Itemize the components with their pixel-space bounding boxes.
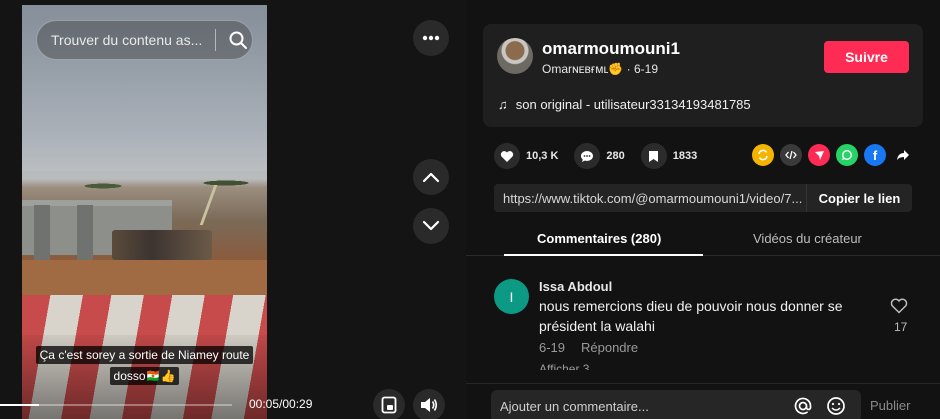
search-icon[interactable] bbox=[228, 30, 248, 50]
comment-avatar[interactable]: I bbox=[494, 279, 529, 314]
like-count: 10,3 K bbox=[526, 150, 559, 162]
share-link-box: https://www.tiktok.com/@omarmoumouni1/vi… bbox=[494, 184, 912, 212]
whatsapp-icon[interactable] bbox=[836, 144, 858, 166]
time-label: 00:05/00:29 bbox=[249, 397, 313, 411]
comment-heart-icon[interactable] bbox=[890, 298, 908, 314]
like-button[interactable]: 10,3 K bbox=[494, 143, 558, 169]
heart-icon bbox=[494, 143, 520, 169]
comment-count: 280 bbox=[606, 150, 625, 162]
search-placeholder: Trouver du contenu as... bbox=[51, 32, 203, 48]
bookmark-icon bbox=[640, 143, 667, 169]
search-divider bbox=[215, 29, 216, 51]
reply-button[interactable]: Répondre bbox=[581, 340, 638, 355]
panel-tabs: Commentaires (280) Vidéos du créateur bbox=[466, 222, 940, 256]
save-count: 1833 bbox=[672, 150, 698, 162]
follow-button[interactable]: Suivre bbox=[824, 41, 909, 73]
author-username[interactable]: omarmoumouni1 bbox=[542, 39, 680, 59]
share-link-text[interactable]: https://www.tiktok.com/@omarmoumouni1/vi… bbox=[494, 191, 804, 206]
picture-in-picture-button[interactable] bbox=[373, 389, 405, 419]
video-player[interactable]: Trouver du contenu as... Ça c'est sorey … bbox=[0, 0, 466, 419]
comment-date: 6-19 bbox=[539, 340, 566, 355]
volume-button[interactable] bbox=[413, 389, 445, 419]
more-dots-icon bbox=[422, 35, 440, 41]
tab-creator-videos[interactable]: Vidéos du créateur bbox=[753, 231, 862, 246]
author-subline: Omarɴᴇʙғᴍʟ✊ · 6-19 bbox=[542, 62, 658, 76]
comment-composer: Publier bbox=[466, 383, 940, 419]
comment-author[interactable]: Issa Abdoul bbox=[539, 279, 612, 294]
dirt-ground bbox=[22, 260, 267, 295]
embed-icon[interactable] bbox=[780, 144, 802, 166]
author-display-name: Omarɴᴇʙғᴍʟ✊ bbox=[542, 62, 624, 76]
post-date: 6-19 bbox=[634, 62, 659, 76]
more-options-button[interactable] bbox=[413, 20, 449, 56]
author-card: omarmoumouni1 Omarɴᴇʙғᴍʟ✊ · 6-19 Suivre … bbox=[483, 24, 923, 127]
bridge-pillar bbox=[77, 205, 93, 260]
chevron-up-icon bbox=[422, 172, 440, 183]
next-video-button[interactable] bbox=[413, 208, 449, 244]
search-input[interactable]: Trouver du contenu as... bbox=[36, 20, 253, 60]
share-arrow-icon[interactable] bbox=[892, 144, 914, 166]
previous-video-button[interactable] bbox=[413, 159, 449, 195]
emoji-icon[interactable] bbox=[826, 396, 846, 416]
publish-button[interactable]: Publier bbox=[870, 398, 910, 413]
video-caption: Ça c'est sorey a sortie de Niamey route … bbox=[22, 346, 267, 388]
comment-like-count: 17 bbox=[894, 320, 908, 334]
avatar[interactable] bbox=[497, 38, 533, 74]
music-link[interactable]: ♫ son original - utilisateur331341934817… bbox=[498, 97, 751, 112]
active-tab-indicator bbox=[504, 254, 703, 256]
progress-bar[interactable] bbox=[0, 404, 232, 406]
music-note-icon: ♫ bbox=[498, 97, 508, 112]
separator-dot: · bbox=[626, 62, 634, 76]
volume-icon bbox=[421, 398, 438, 412]
stats-row: 10,3 K 280 1833 bbox=[494, 143, 713, 169]
send-icon[interactable] bbox=[808, 144, 830, 166]
tab-comments[interactable]: Commentaires (280) bbox=[537, 231, 661, 246]
comment-bubble-icon bbox=[574, 143, 601, 169]
caption-line: Ça c'est sorey a sortie de Niamey route bbox=[35, 346, 254, 364]
facebook-icon[interactable]: f bbox=[864, 144, 886, 166]
comment-text: nous remercions dieu de pouvoir nous don… bbox=[539, 298, 843, 334]
comment-button[interactable]: 280 bbox=[574, 143, 625, 169]
copy-link-button[interactable]: Copier le lien bbox=[806, 184, 912, 212]
bridge-pillar bbox=[34, 205, 50, 260]
chevron-down-icon bbox=[422, 220, 440, 231]
details-panel: omarmoumouni1 Omarɴᴇʙғᴍʟ✊ · 6-19 Suivre … bbox=[466, 0, 940, 419]
caption-line: dosso🇳🇪👍 bbox=[109, 367, 180, 385]
music-title: son original - utilisateur33134193481785 bbox=[515, 97, 751, 112]
repost-icon[interactable] bbox=[752, 144, 774, 166]
pip-icon bbox=[381, 396, 397, 414]
progress-fill bbox=[0, 404, 40, 406]
construction-machines bbox=[112, 230, 212, 260]
mention-icon[interactable] bbox=[793, 396, 813, 416]
save-button[interactable]: 1833 bbox=[640, 143, 698, 169]
share-row: f bbox=[752, 144, 920, 166]
view-replies-button[interactable]: Afficher 3 ⌄ bbox=[539, 362, 603, 370]
